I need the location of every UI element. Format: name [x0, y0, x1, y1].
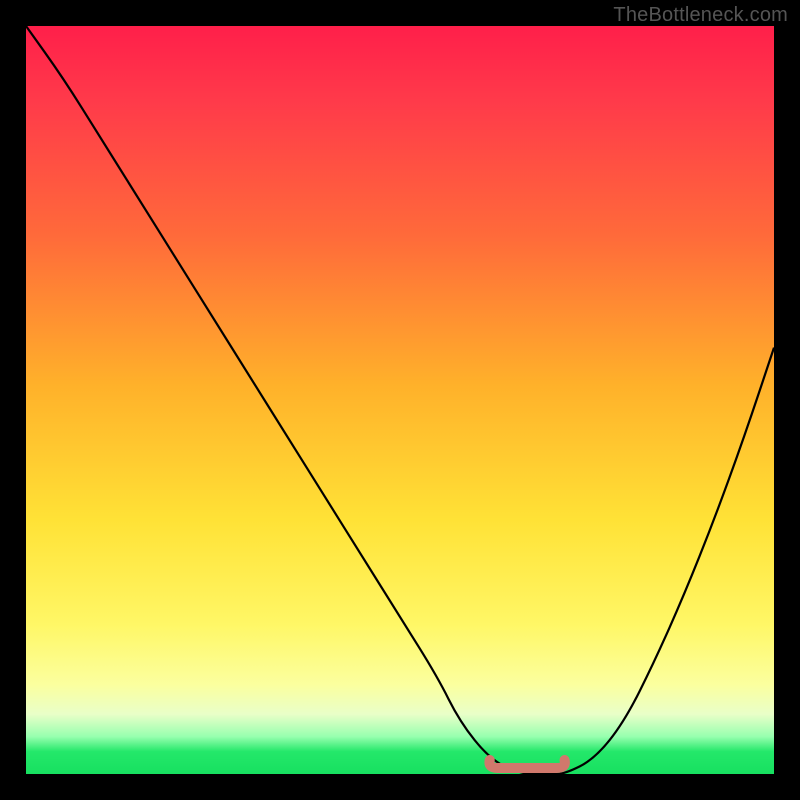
- bottleneck-curve-svg: [26, 26, 774, 774]
- bottleneck-curve-path: [26, 26, 774, 774]
- chart-plot-area: [26, 26, 774, 774]
- attribution-text: TheBottleneck.com: [613, 4, 788, 27]
- optimal-zone-marker: [489, 760, 564, 768]
